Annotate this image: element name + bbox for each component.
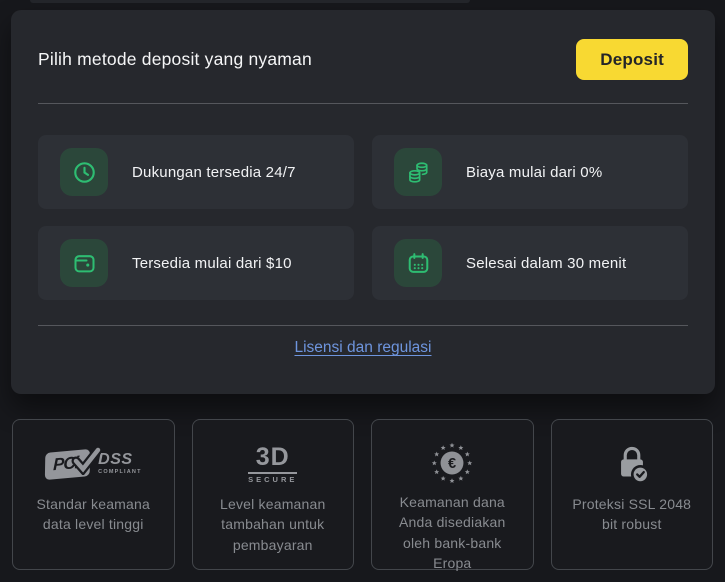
euro-symbol: € xyxy=(448,456,456,472)
calendar-icon xyxy=(394,239,442,287)
feature-min-deposit: Tersedia mulai dari $10 xyxy=(38,226,354,300)
license-link[interactable]: Lisensi dan regulasi xyxy=(294,339,431,356)
secure-label: SECURE xyxy=(248,471,298,484)
feature-support: Dukungan tersedia 24/7 xyxy=(38,135,354,209)
feature-label: Dukungan tersedia 24/7 xyxy=(132,163,296,181)
header-divider xyxy=(38,103,688,104)
3d-label: 3D xyxy=(255,442,290,471)
badge-caption: Keamanan dana Anda disediakan oleh bank-… xyxy=(398,494,506,571)
badge-caption: Proteksi SSL 2048 bit robust xyxy=(572,496,692,533)
deposit-card-header: Pilih metode deposit yang nyaman Deposit xyxy=(38,39,688,80)
badge-eu-banks: € Keamanan dana Anda disediakan oleh ban… xyxy=(371,419,534,571)
badge-caption: Level keamanan tambahan untuk pembayaran xyxy=(219,496,326,553)
feature-label: Biaya mulai dari 0% xyxy=(466,163,603,181)
feature-grid: Dukungan tersedia 24/7 Biaya mulai dari … xyxy=(38,135,688,300)
security-badges: PCi DSS COMPLIANT Standar keamana data l… xyxy=(12,419,713,571)
badge-pci-dss: PCi DSS COMPLIANT Standar keamana data l… xyxy=(12,419,175,570)
euro-stars-icon: € xyxy=(427,438,477,488)
badge-caption: Standar keamana data level tinggi xyxy=(36,496,151,533)
badge-3d-secure: 3D SECURE Level keamanan tambahan untuk … xyxy=(191,419,354,570)
deposit-card: Pilih metode deposit yang nyaman Deposit… xyxy=(11,10,715,394)
dss-label: DSS xyxy=(98,451,133,469)
feature-fees: Biaya mulai dari 0% xyxy=(372,135,688,209)
feature-label: Tersedia mulai dari $10 xyxy=(132,254,292,272)
feature-label: Selesai dalam 30 menit xyxy=(466,254,627,272)
coins-icon xyxy=(394,148,442,196)
check-icon xyxy=(71,446,101,475)
page-title: Pilih metode deposit yang nyaman xyxy=(38,49,312,69)
cropped-element-edge xyxy=(30,0,470,3)
feature-time: Selesai dalam 30 menit xyxy=(372,226,688,300)
wallet-icon xyxy=(60,239,108,287)
pci-dss-logo: PCi DSS COMPLIANT xyxy=(44,438,142,490)
badge-ssl: Proteksi SSL 2048 bit robust xyxy=(550,419,713,570)
compliant-label: COMPLIANT xyxy=(98,469,142,476)
clock-icon xyxy=(60,148,108,196)
footer-divider xyxy=(38,325,688,326)
lock-check-icon xyxy=(607,438,657,490)
deposit-button[interactable]: Deposit xyxy=(576,39,688,80)
3d-secure-logo: 3D SECURE xyxy=(248,438,298,490)
